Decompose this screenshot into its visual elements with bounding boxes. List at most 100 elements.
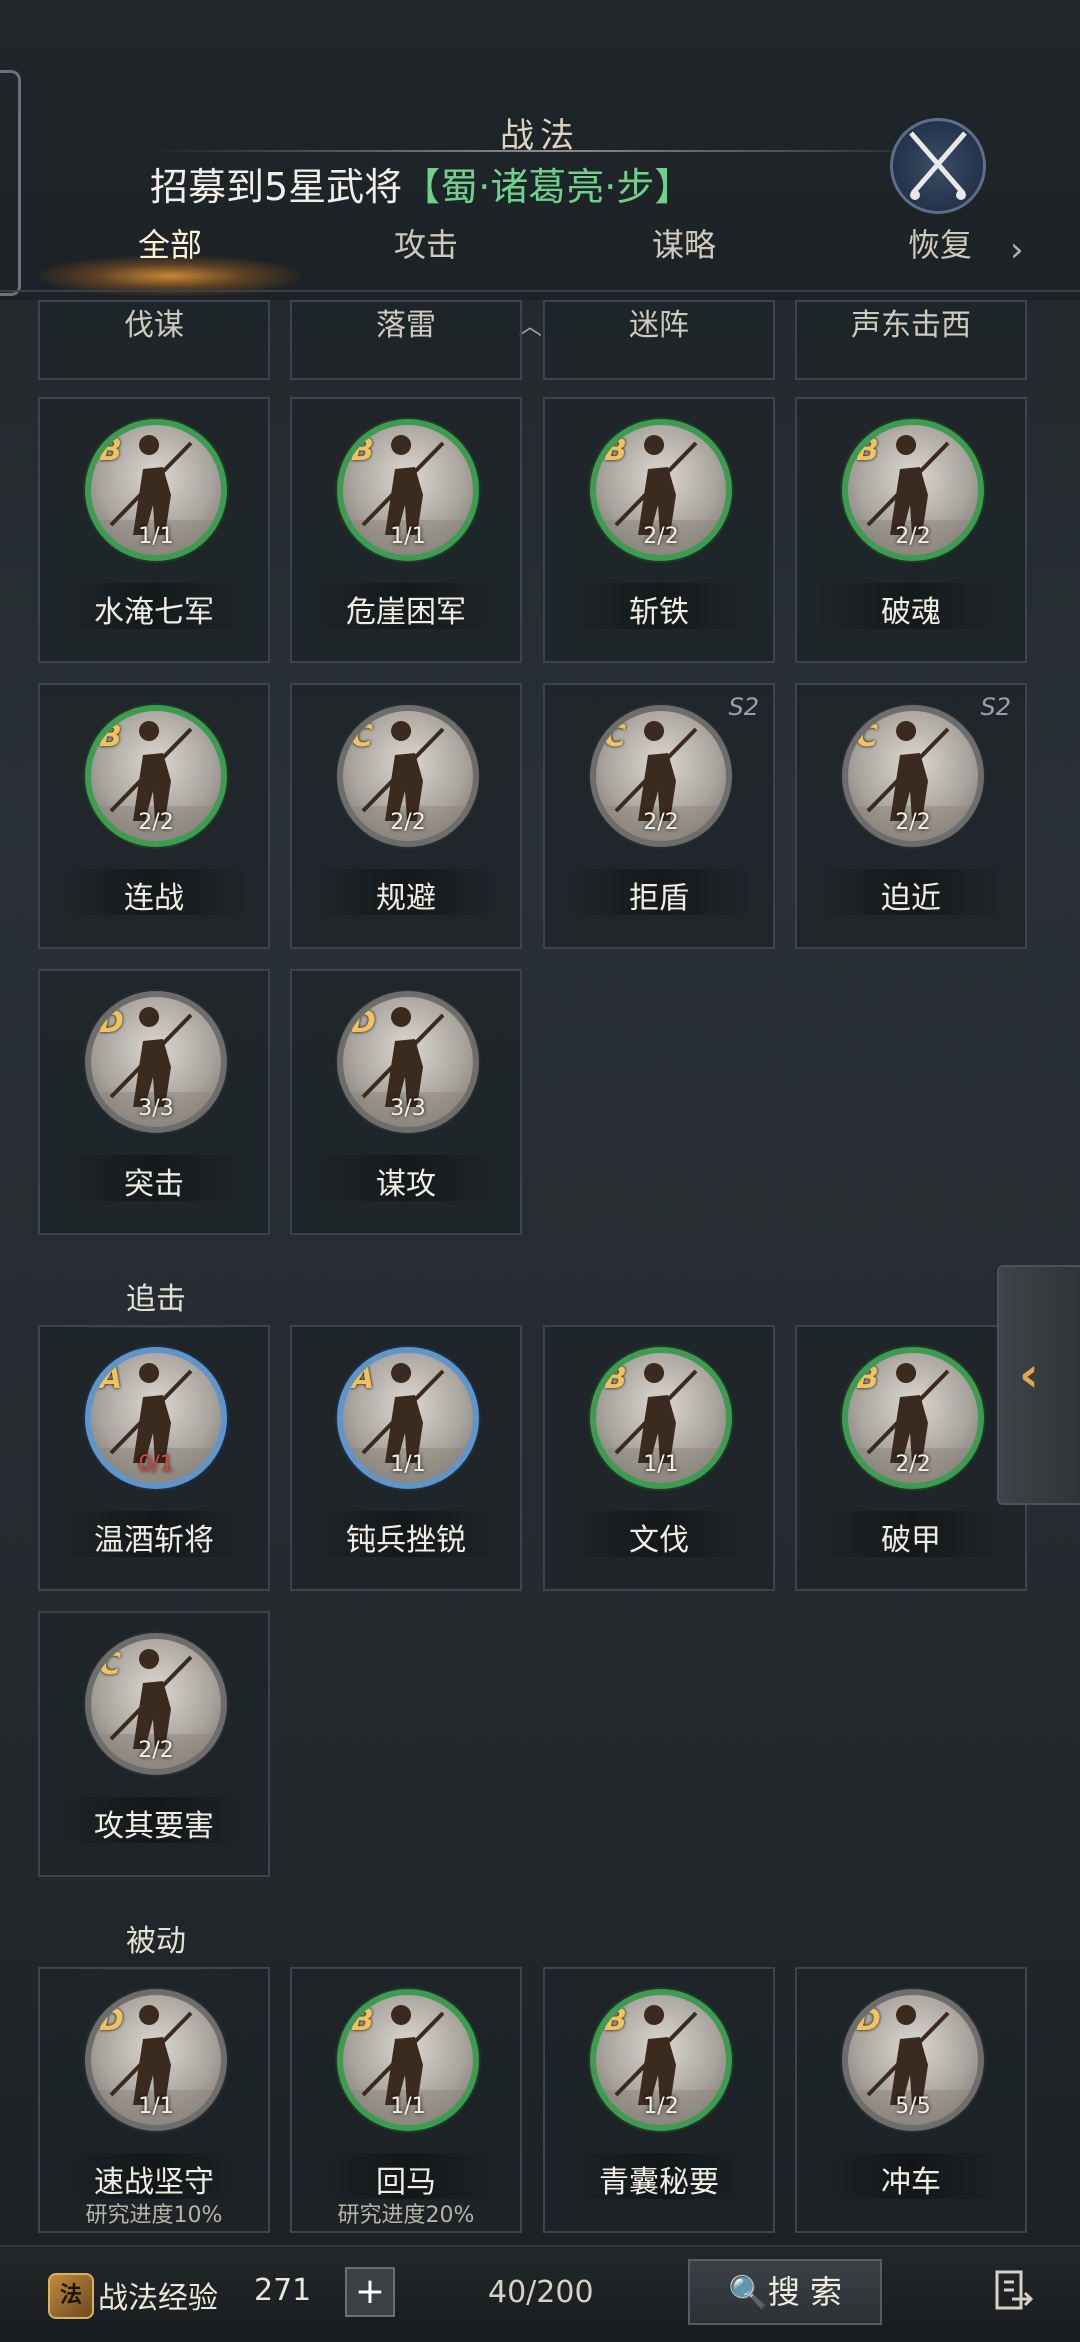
skill-icon: B 1/1 (590, 1347, 732, 1489)
skill-count: 2/2 (895, 810, 931, 835)
skill-card[interactable]: B 1/1 危崖困军 (290, 397, 522, 663)
tab-attack[interactable]: 攻击 (316, 220, 536, 266)
skill-name: 落雷 (376, 308, 436, 343)
skill-card[interactable]: B 1/1 回马研究进度20% (290, 1967, 522, 2233)
skill-icon: B 2/2 (590, 419, 732, 561)
add-exp-button[interactable]: + (345, 2267, 395, 2317)
skill-card[interactable]: C 2/2 S2 拒盾 (543, 683, 775, 949)
skill-icon: D 3/3 (337, 991, 479, 1133)
skill-card-partial[interactable]: 迷阵 (543, 300, 775, 380)
skill-name: 声东击西 (851, 308, 971, 343)
skill-name: 青囊秘要 (599, 2165, 719, 2200)
tabs-divider (0, 290, 1080, 292)
skill-name: 水淹七军 (94, 595, 214, 630)
skill-card[interactable]: C 2/2 S2 迫近 (795, 683, 1027, 949)
skill-card[interactable]: A 1/1 钝兵挫锐 (290, 1325, 522, 1591)
skill-count: 2/2 (895, 524, 931, 549)
skill-card[interactable]: B 2/2 破甲 (795, 1325, 1027, 1591)
side-panel-toggle[interactable]: ‹ (997, 1265, 1080, 1505)
exit-icon[interactable] (994, 2269, 1034, 2313)
skill-card[interactable]: B 2/2 连战 (38, 683, 270, 949)
skill-grade: C (99, 1647, 122, 1682)
skill-grade: D (856, 2003, 881, 2038)
skill-icon: B 1/2 (590, 1989, 732, 2131)
exp-label: 战法经验 (98, 2281, 218, 2316)
skill-name: 速战坚守 (94, 2165, 214, 2200)
bottom-bar: 法 战法经验 271 + 40/200 🔍搜 索 (0, 2245, 1080, 2342)
skill-card[interactable]: C 2/2 攻其要害 (38, 1611, 270, 1877)
season-tag: S2 (728, 693, 759, 721)
skill-name: 迫近 (881, 881, 941, 916)
skill-card[interactable]: D 1/1 速战坚守研究进度10% (38, 1967, 270, 2233)
skill-name: 冲车 (881, 2165, 941, 2200)
skill-name: 回马 (376, 2165, 436, 2200)
skill-grade: D (99, 2003, 124, 2038)
skill-grade: A (351, 1361, 375, 1396)
swords-icon[interactable] (890, 118, 986, 214)
skill-grade: B (351, 433, 374, 468)
skill-card[interactable]: B 2/2 斩铁 (543, 397, 775, 663)
skill-icon: C 2/2 (842, 705, 984, 847)
skill-icon: D 5/5 (842, 1989, 984, 2131)
skill-count: 5/5 (895, 2094, 931, 2119)
skill-grade: C (351, 719, 374, 754)
tab-strategy[interactable]: 谋略 (574, 220, 794, 266)
skill-name: 伐谋 (124, 308, 184, 343)
skill-icon: D 1/1 (85, 1989, 227, 2131)
skill-grade: B (604, 2003, 627, 2038)
skill-card[interactable]: D 3/3 突击 (38, 969, 270, 1235)
skill-count: 40/200 (488, 2275, 594, 2310)
skill-icon: B 2/2 (842, 419, 984, 561)
top-bar: 战法 招募到5星武将【蜀·诸葛亮·步】 全部 攻击 谋略 恢复 › (0, 0, 1080, 300)
chevron-left-icon: ‹ (1019, 1347, 1039, 1403)
skill-icon: A 1/1 (337, 1347, 479, 1489)
skill-count: 2/2 (643, 810, 679, 835)
title-divider (150, 150, 950, 152)
skill-count: 1/1 (138, 524, 174, 549)
skill-card[interactable]: A 0/1 温酒斩将 (38, 1325, 270, 1591)
skill-grade: D (99, 1005, 124, 1040)
skill-card-partial[interactable]: 落雷 (290, 300, 522, 380)
skill-grade: B (604, 433, 627, 468)
skill-card[interactable]: B 1/2 青囊秘要 (543, 1967, 775, 2233)
research-progress: 研究进度10% (85, 2203, 223, 2228)
skill-card[interactable]: B 1/1 水淹七军 (38, 397, 270, 663)
skill-count: 3/3 (138, 1096, 174, 1121)
skill-grade: C (856, 719, 879, 754)
search-button[interactable]: 🔍搜 索 (688, 2259, 882, 2325)
season-tag: S2 (980, 693, 1011, 721)
skill-icon: D 3/3 (85, 991, 227, 1133)
tab-all[interactable]: 全部 (60, 220, 280, 266)
recruit-banner[interactable]: 招募到5星武将【蜀·诸葛亮·步】 (150, 156, 692, 211)
skill-grade: B (856, 433, 879, 468)
skill-name: 危崖困军 (346, 595, 466, 630)
banner-highlight: 【蜀·诸葛亮·步】 (402, 165, 693, 209)
skill-grade: B (856, 1361, 879, 1396)
skill-grade: B (99, 719, 122, 754)
skill-card[interactable]: C 2/2 规避 (290, 683, 522, 949)
skill-name: 文伐 (629, 1523, 689, 1558)
skill-card[interactable]: B 1/1 文伐 (543, 1325, 775, 1591)
skill-card[interactable]: B 2/2 破魂 (795, 397, 1027, 663)
skill-count: 1/1 (390, 524, 426, 549)
skill-grade: C (604, 719, 627, 754)
skill-icon: B 2/2 (85, 705, 227, 847)
skill-count: 2/2 (138, 810, 174, 835)
exp-value: 271 (254, 2273, 312, 2308)
skill-icon: B 1/1 (337, 1989, 479, 2131)
search-icon: 🔍 (727, 2273, 768, 2311)
skill-name: 突击 (124, 1167, 184, 1202)
skill-grade: B (604, 1361, 627, 1396)
skill-icon: B 1/1 (337, 419, 479, 561)
skill-card-partial[interactable]: 伐谋 (38, 300, 270, 380)
chevron-right-icon[interactable]: › (1010, 230, 1024, 270)
skill-count: 1/1 (390, 1452, 426, 1477)
skill-grade: A (99, 1361, 123, 1396)
section-label-pursuit: 追击 (38, 1274, 274, 1328)
skill-count: 2/2 (390, 810, 426, 835)
skill-name: 破魂 (881, 595, 941, 630)
skill-card[interactable]: D 5/5 冲车 (795, 1967, 1027, 2233)
skill-card[interactable]: D 3/3 谋攻 (290, 969, 522, 1235)
research-progress: 研究进度20% (337, 2203, 475, 2228)
skill-card-partial[interactable]: 声东击西 (795, 300, 1027, 380)
